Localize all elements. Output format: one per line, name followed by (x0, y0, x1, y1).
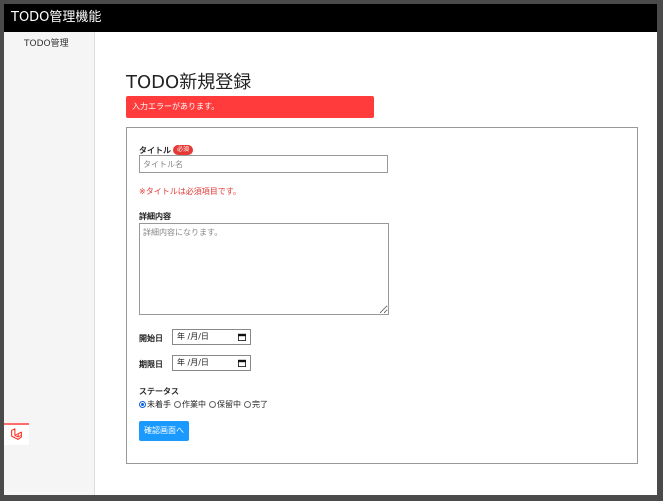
confirm-button[interactable]: 確認画面へ (139, 421, 189, 441)
radio-button[interactable] (209, 401, 216, 408)
app-window: TODO管理機能 TODO管理 TODO新規登録 入力エラーがあります。 タイト… (4, 4, 657, 495)
status-option-in-progress[interactable]: 作業中 (174, 399, 206, 410)
todo-form: タイトル 必須 ※タイトルは必須項目です。 詳細内容 開始日 年 /月/日 期限… (126, 127, 638, 464)
start-date-value: 年 /月/日 (177, 332, 209, 341)
status-option-not-started[interactable]: 未着手 (139, 399, 171, 410)
radio-button[interactable] (174, 401, 181, 408)
due-date-value: 年 /月/日 (177, 358, 209, 367)
radio-button[interactable] (139, 401, 146, 408)
app-title[interactable]: TODO管理機能 (11, 10, 101, 26)
status-option-label: 保留中 (217, 400, 241, 409)
status-radio-group: 未着手 作業中 保留中 完了 (139, 399, 271, 410)
page-title: TODO新規登録 (126, 72, 252, 93)
detail-textarea[interactable] (139, 223, 389, 315)
title-error-message: ※タイトルは必須項目です。 (139, 187, 241, 196)
sidebar-footer (4, 423, 29, 445)
calendar-icon[interactable] (238, 333, 246, 341)
due-date-label: 期限日 (139, 360, 163, 369)
status-label: ステータス (139, 387, 179, 396)
status-option-done[interactable]: 完了 (244, 399, 268, 410)
start-date-label: 開始日 (139, 334, 163, 343)
radio-button[interactable] (244, 401, 251, 408)
sidebar: TODO管理 (4, 32, 95, 495)
title-input[interactable] (139, 155, 388, 173)
start-date-input[interactable]: 年 /月/日 (172, 329, 251, 345)
calendar-icon[interactable] (238, 359, 246, 367)
top-navbar: TODO管理機能 (4, 4, 657, 32)
error-alert: 入力エラーがあります。 (126, 96, 374, 118)
status-option-label: 完了 (252, 400, 268, 409)
detail-label: 詳細内容 (139, 212, 171, 221)
due-date-input[interactable]: 年 /月/日 (172, 355, 251, 371)
status-option-label: 未着手 (147, 400, 171, 409)
required-badge: 必須 (173, 145, 194, 155)
status-option-label: 作業中 (182, 400, 206, 409)
laravel-icon[interactable] (10, 428, 23, 441)
main-content: TODO新規登録 入力エラーがあります。 タイトル 必須 ※タイトルは必須項目で… (95, 32, 657, 495)
status-option-on-hold[interactable]: 保留中 (209, 399, 241, 410)
sidebar-item-todo[interactable]: TODO管理 (24, 36, 69, 49)
